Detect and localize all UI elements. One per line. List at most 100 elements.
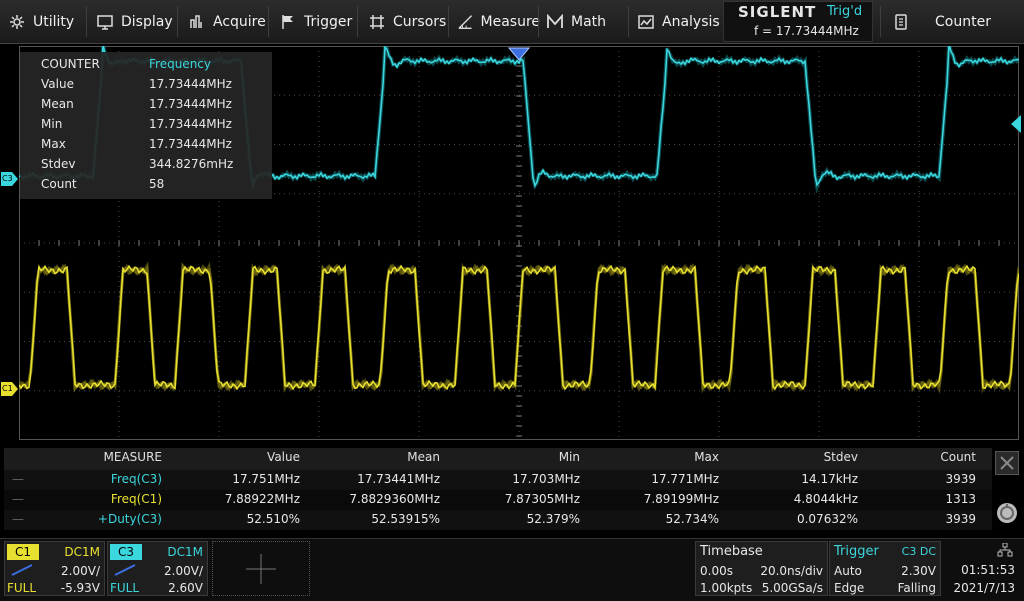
brand-logo: SIGLENT [738, 3, 817, 21]
measure-header: Stdev [823, 450, 858, 464]
measure-cell: 52.53915% [371, 512, 440, 526]
counter-icon [895, 13, 907, 30]
measure-cell: 0.07632% [796, 512, 858, 526]
menu-separator [880, 6, 881, 37]
measure-table: MEASURE Value Mean Min Max Stdev Count —… [4, 448, 992, 534]
math-icon [547, 13, 563, 28]
c1-badge: C1 [7, 544, 39, 560]
trigger-title: Trigger [834, 544, 879, 559]
c1-coupling: DC1M [64, 545, 100, 559]
c1-marker-label: C1 [2, 384, 13, 393]
menu-acquire[interactable]: Acquire [189, 0, 269, 43]
measure-cell: 7.88922MHz [224, 492, 300, 506]
gear-icon [10, 14, 24, 29]
c3-bandwidth: FULL [110, 581, 140, 595]
timebase-scale: 20.0ns/div [760, 564, 823, 578]
c1-waveform [19, 261, 1019, 394]
trigger-status: Trig'd [827, 4, 863, 19]
menu-display[interactable]: Display [97, 0, 177, 43]
c1-offset-marker[interactable]: C1 [1, 382, 18, 396]
counter-panel[interactable]: COUNTER Frequency Value 17.73444MHz Mean… [20, 52, 272, 199]
menu-counter[interactable]: Counter [893, 0, 1018, 43]
counter-row-value: 58 [149, 177, 165, 191]
menu-separator [448, 6, 449, 37]
c3-offset-marker[interactable]: C3 [1, 172, 18, 186]
counter-row-label: Mean [41, 97, 74, 111]
add-channel-button[interactable] [212, 541, 310, 596]
menu-separator [357, 6, 358, 37]
trigger-type: Edge [834, 581, 865, 595]
menu-trigger-label: Trigger [304, 13, 353, 30]
menu-cursors[interactable]: Cursors [369, 0, 451, 43]
measure-icon [458, 14, 473, 29]
plus-icon [246, 554, 276, 584]
counter-row-label: Min [41, 117, 63, 131]
rotate-knob-icon [997, 503, 1017, 523]
measure-cell: 17.703MHz [512, 472, 580, 486]
trigger-source: C3 DC [901, 545, 936, 558]
counter-row-label: Max [41, 137, 66, 151]
measure-row[interactable]: — Freq(C1) 7.88922MHz 7.8829360MHz 7.873… [4, 490, 992, 510]
measure-cell: 52.379% [526, 512, 580, 526]
row-handle-icon: — [12, 472, 24, 486]
counter-row-value: 344.8276mHz [149, 157, 234, 171]
trigger-level-marker[interactable] [1010, 114, 1022, 134]
menu-measure-label: Measure [480, 13, 541, 30]
trigger-frequency: f = 17.73444MHz [754, 24, 859, 38]
menu-analysis-label: Analysis [662, 13, 720, 30]
acquire-icon [190, 14, 202, 28]
timebase-sample-rate: 5.00GSa/s [761, 581, 823, 595]
top-menu-bar: Utility Display Acquire Trigger Cursors … [0, 0, 1024, 44]
menu-separator [268, 6, 269, 37]
counter-row-value: 17.73444MHz [149, 97, 232, 111]
menu-acquire-label: Acquire [213, 13, 266, 30]
menu-trigger[interactable]: Trigger [280, 0, 360, 43]
close-icon [1000, 456, 1014, 470]
network-icon [997, 543, 1013, 557]
trigger-box[interactable]: Trigger C3 DC Auto 2.30V Edge Falling [829, 541, 941, 596]
measure-close-button[interactable] [995, 451, 1019, 475]
trigger-slope: Falling [897, 581, 936, 595]
c1-offset: -5.93V [60, 581, 100, 595]
measure-cell: 3939 [945, 472, 976, 486]
c1-bandwidth: FULL [7, 581, 37, 595]
timebase-title: Timebase [700, 544, 763, 559]
measure-row[interactable]: — Freq(C3) 17.751MHz 17.73441MHz 17.703M… [4, 470, 992, 490]
measure-cell: 17.73441MHz [357, 472, 440, 486]
channel-c3-box[interactable]: C3 DC1M 2.00V/ FULL 2.60V [107, 541, 208, 596]
menu-separator [177, 6, 178, 37]
row-handle-icon: — [12, 492, 24, 506]
channel-c1-box[interactable]: C1 DC1M 2.00V/ FULL -5.93V [4, 541, 105, 596]
timebase-box[interactable]: Timebase 0.00s 20.0ns/div 1.00kpts 5.00G… [695, 541, 828, 596]
counter-row-value: 17.73444MHz [149, 117, 232, 131]
menu-separator [628, 6, 629, 37]
measure-cell: 7.87305MHz [504, 492, 580, 506]
timebase-points: 1.00kpts [700, 581, 753, 595]
c1-probe-icon [11, 564, 33, 576]
counter-title: COUNTER [41, 57, 100, 71]
flag-icon [282, 14, 293, 29]
menu-separator [538, 6, 539, 37]
c1-scale: 2.00V/ [61, 564, 100, 578]
measure-name: Freq(C1) [110, 492, 162, 506]
measure-settings-button[interactable] [995, 501, 1019, 525]
c3-scale: 2.00V/ [164, 564, 203, 578]
menu-utility[interactable]: Utility [9, 0, 89, 43]
measure-cell: 1313 [945, 492, 976, 506]
menu-math[interactable]: Math [547, 0, 617, 43]
counter-mode[interactable]: Frequency [149, 57, 211, 75]
measure-row[interactable]: — +Duty(C3) 52.510% 52.53915% 52.379% 52… [4, 510, 992, 530]
menu-measure[interactable]: Measure [458, 0, 540, 43]
measure-cell: 14.17kHz [801, 472, 858, 486]
c3-coupling: DC1M [167, 545, 203, 559]
menu-analysis[interactable]: Analysis [638, 0, 720, 43]
counter-row-label: Value [41, 77, 74, 91]
measure-cell: 17.751MHz [232, 472, 300, 486]
measure-cell: 52.510% [246, 512, 300, 526]
clock-box: 01:51:53 2021/7/13 [945, 541, 1021, 596]
counter-row-label: Stdev [41, 157, 76, 171]
c3-offset: 2.60V [168, 581, 203, 595]
trigger-position-marker[interactable] [508, 47, 530, 61]
measure-cell: 7.8829360MHz [349, 492, 440, 506]
counter-row-value: 17.73444MHz [149, 77, 232, 91]
